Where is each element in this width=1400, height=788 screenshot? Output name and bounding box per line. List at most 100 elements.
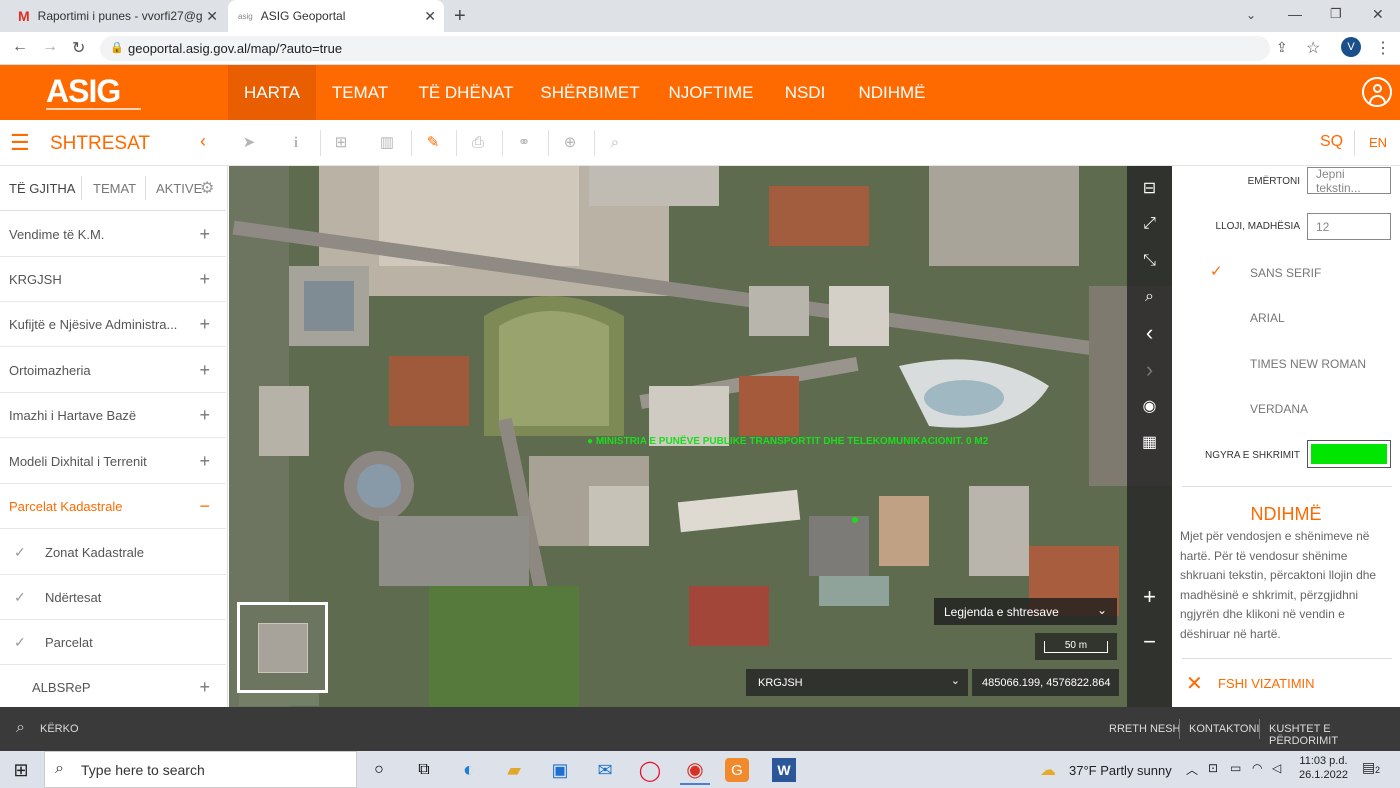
profile-avatar[interactable]: V <box>1341 37 1361 57</box>
check-icon[interactable]: ✓ <box>14 589 26 606</box>
browser-tab-geoportal[interactable]: asig ASIG Geoportal ✕ <box>228 0 444 32</box>
layer-vendime[interactable]: Vendime të K.M. + <box>0 212 226 257</box>
layer-parcelat-kadastrale[interactable]: Parcelat Kadastrale − <box>0 484 226 529</box>
expand-icon[interactable]: + <box>199 451 210 472</box>
footer-link-about[interactable]: RRETH NESH <box>1109 723 1181 735</box>
expand-icon[interactable]: + <box>199 405 210 426</box>
layer-krgjsh[interactable]: KRGJSH + <box>0 257 226 302</box>
zoom-box-icon[interactable]: ⌕ <box>1127 279 1172 315</box>
mail-icon[interactable]: ✉ <box>590 755 620 785</box>
lang-en[interactable]: EN <box>1369 135 1387 150</box>
word-icon[interactable]: W <box>772 758 796 782</box>
search-icon[interactable]: ⌕ <box>604 132 626 154</box>
tab-search-icon[interactable]: ⌄ <box>1246 8 1256 22</box>
browser-menu-icon[interactable]: ⋮ <box>1375 38 1391 58</box>
share-icon[interactable]: ⇪ <box>1276 39 1288 56</box>
opera-icon[interactable]: ◯ <box>635 755 665 785</box>
next-extent-icon[interactable]: › <box>1127 352 1172 388</box>
edge-icon[interactable]: ◐ <box>454 755 484 785</box>
nav-harta[interactable]: HARTA <box>228 65 316 120</box>
tab-active[interactable]: AKTIVE <box>156 166 202 210</box>
close-window-button[interactable]: ✕ <box>1372 6 1384 23</box>
font-option-times[interactable]: TIMES NEW ROMAN <box>1250 357 1366 371</box>
weather-text[interactable]: 37°F Partly sunny <box>1069 763 1172 778</box>
wifi-icon[interactable]: ◠ <box>1252 761 1262 775</box>
forward-button[interactable]: → <box>42 38 58 56</box>
fullscreen-icon[interactable]: ⤡ <box>1127 243 1172 279</box>
new-tab-button[interactable]: + <box>454 5 466 28</box>
globe-icon[interactable]: ◉ <box>1127 388 1172 424</box>
zoom-out-button[interactable]: − <box>1127 624 1172 660</box>
file-explorer-icon[interactable]: ▰ <box>499 755 529 785</box>
full-extent-icon[interactable]: ⤢ <box>1127 206 1172 242</box>
check-icon[interactable]: ✓ <box>14 634 26 651</box>
search-icon[interactable]: ⌕ <box>16 719 25 737</box>
sublayer-parcelat[interactable]: ✓ Parcelat <box>0 620 226 665</box>
link-icon[interactable]: ⚭ <box>513 132 535 154</box>
font-option-sans-serif[interactable]: SANS SERIF <box>1250 266 1321 280</box>
url-input[interactable]: 🔒 geoportal.asig.gov.al/map/?auto=true <box>100 36 1270 61</box>
tab-themes[interactable]: TEMAT <box>93 166 136 210</box>
basemap-icon[interactable]: ⊟ <box>1127 170 1172 206</box>
nav-njoftime[interactable]: NJOFTIME <box>658 65 764 120</box>
reload-button[interactable]: ↻ <box>72 38 85 58</box>
task-view-icon[interactable]: ○ <box>364 755 394 785</box>
map-canvas[interactable]: ● MINISTRIA E PUNËVE PUBLIKE TRANSPORTIT… <box>229 166 1172 707</box>
grid-apps-icon[interactable]: ▦ <box>1127 424 1172 460</box>
footer-link-contact[interactable]: KONTAKTONI <box>1189 723 1260 735</box>
font-size-input[interactable]: 12 <box>1307 213 1391 240</box>
sublayer-ndertesat[interactable]: ✓ Ndërtesat <box>0 575 226 620</box>
layer-imazhi[interactable]: Imazhi i Hartave Bazë + <box>0 393 226 438</box>
maximize-button[interactable]: ❐ <box>1330 6 1342 22</box>
select-pointer-icon[interactable]: ➤ <box>238 132 260 154</box>
font-option-arial[interactable]: ARIAL <box>1250 311 1285 325</box>
projection-select[interactable]: KRGJSH ⌄ <box>746 669 968 696</box>
font-option-verdana[interactable]: VERDANA <box>1250 402 1308 416</box>
settings-gear-icon[interactable]: ⚙ <box>200 178 214 198</box>
user-account-icon[interactable] <box>1362 77 1392 107</box>
overview-minimap[interactable] <box>237 602 328 693</box>
chrome-icon[interactable]: ◉ <box>680 755 710 785</box>
back-button[interactable]: ← <box>12 38 28 56</box>
clear-drawing-button[interactable]: FSHI VIZATIMIN <box>1218 676 1315 691</box>
annotation-text-input[interactable]: Jepni tekstin... <box>1307 167 1391 195</box>
search-label[interactable]: KËRKO <box>40 723 79 735</box>
add-layer-icon[interactable]: ⊞ <box>330 132 352 154</box>
expand-icon[interactable]: + <box>199 224 210 245</box>
nav-te-dhenat[interactable]: TË DHËNAT <box>410 65 522 120</box>
layer-modeli-dixhital[interactable]: Modeli Dixhital i Terrenit + <box>0 439 226 484</box>
meet-icon[interactable]: ⊡ <box>1208 761 1218 775</box>
legend-dropdown[interactable]: Legjenda e shtresave ⌄ <box>934 598 1117 625</box>
previous-extent-icon[interactable]: ‹ <box>1127 315 1172 351</box>
expand-icon[interactable]: + <box>199 314 210 335</box>
lang-sq[interactable]: SQ <box>1320 133 1343 151</box>
sublayer-zonat[interactable]: ✓ Zonat Kadastrale <box>0 530 226 575</box>
collapse-panel-button[interactable]: ‹ <box>200 131 206 152</box>
draw-annotate-icon[interactable]: ✎ <box>422 132 444 154</box>
nav-sherbimet[interactable]: SHËRBIMET <box>532 65 648 120</box>
clock[interactable]: 11:03 p.d. 26.1.2022 <box>1299 755 1348 781</box>
chart-icon[interactable]: ▥ <box>376 132 398 154</box>
nav-nsdi[interactable]: NSDI <box>774 65 836 120</box>
map-marker[interactable] <box>852 517 858 523</box>
windows-start-icon[interactable]: ⊞ <box>6 755 36 785</box>
battery-icon[interactable]: ▭ <box>1230 761 1241 775</box>
info-icon[interactable]: i <box>285 132 307 154</box>
widgets-icon[interactable]: ⧉ <box>409 755 439 785</box>
bookmark-star-icon[interactable]: ☆ <box>1306 38 1320 58</box>
nav-ndihme[interactable]: NDIHMË <box>846 65 938 120</box>
close-tab-icon[interactable]: ✕ <box>424 8 436 25</box>
check-icon[interactable]: ✓ <box>14 544 26 561</box>
nav-temat[interactable]: TEMAT <box>320 65 400 120</box>
layer-ortoimazheria[interactable]: Ortoimazheria + <box>0 348 226 393</box>
font-color-picker[interactable] <box>1307 440 1391 468</box>
collapse-icon[interactable]: − <box>199 496 210 517</box>
tray-chevron-icon[interactable]: ︿ <box>1186 761 1198 778</box>
store-icon[interactable]: ▣ <box>545 755 575 785</box>
close-tab-icon[interactable]: ✕ <box>206 8 218 25</box>
footer-link-terms[interactable]: KUSHTET E PËRDORIMIT <box>1269 723 1400 747</box>
tab-all-layers[interactable]: TË GJITHA <box>9 166 75 210</box>
asig-logo[interactable]: ASIG <box>46 73 121 110</box>
plus-circle-icon[interactable]: ⊕ <box>559 132 581 154</box>
app-orange-icon[interactable]: G <box>725 758 749 782</box>
